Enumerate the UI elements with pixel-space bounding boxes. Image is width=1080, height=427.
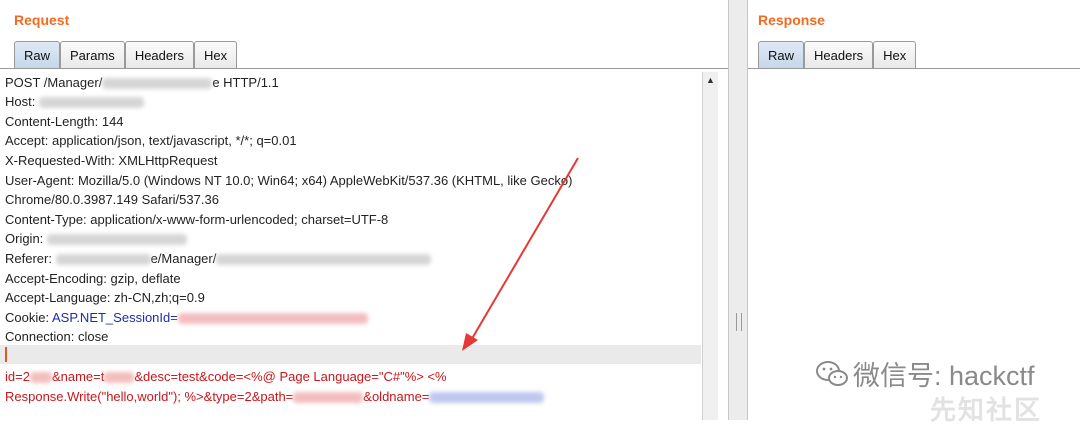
body-line-1: id=2 &name=t &desc=test&code=<%@ Page Lang… [5,367,447,386]
request-line-protocol: e HTTP/1.1 [212,75,279,90]
pane-splitter[interactable] [728,0,748,420]
request-tabs: Raw Params Headers Hex [14,41,238,69]
header-content-type: Content-Type: application/x-www-form-url… [5,212,389,227]
body-param-name: &name=t [51,369,105,384]
body-param-id: id=2 [5,369,30,384]
header-content-length: Content-Length: 144 [5,114,124,129]
current-line-highlight [0,345,701,364]
response-tab-hex[interactable]: Hex [873,41,917,68]
redacted-referer-host [55,254,151,266]
scroll-up-icon[interactable]: ▲ [703,72,718,88]
header-user-agent-cont: Chrome/80.0.3987.149 Safari/537.36 [5,192,219,207]
splitter-grip-icon[interactable] [736,313,742,331]
request-line-method-path: POST /Manager/ [5,75,103,90]
header-referer: Referer: e/Manager/ [5,249,432,268]
text-caret [5,347,7,362]
request-editor[interactable]: POST /Manager/e HTTP/1.1 Host: Content-L… [0,72,701,420]
watermark-text: 微信号: hackctf [853,361,1035,391]
request-line: POST /Manager/e HTTP/1.1 [5,73,279,92]
header-accept: Accept: application/json, text/javascrip… [5,133,297,148]
request-scrollbar[interactable]: ▲ [702,72,718,420]
redacted-session-id [177,313,368,325]
redacted-origin [46,234,187,246]
response-tab-headers[interactable]: Headers [804,41,874,68]
header-referer-path: e/Manager/ [150,251,217,266]
request-title: Request [14,12,70,28]
response-tab-raw[interactable]: Raw [758,41,805,68]
redacted-host [38,97,144,109]
response-title: Response [758,12,825,28]
header-cookie-label: Cookie: [5,310,52,325]
body-code-payload: Response.Write("hello,world"); %>&type=2… [5,389,294,404]
body-param-oldname: &oldname= [363,389,430,404]
header-origin-label: Origin: [5,231,47,246]
wechat-icon [816,360,848,386]
header-accept-encoding: Accept-Encoding: gzip, deflate [5,271,181,286]
redacted-id [29,372,52,384]
header-user-agent: User-Agent: Mozilla/5.0 (Windows NT 10.0… [5,173,573,188]
tab-hex[interactable]: Hex [193,41,238,68]
tab-underline [0,68,728,69]
response-tabs: Raw Headers Hex [758,41,917,69]
redacted-referer-path [216,254,432,266]
header-x-requested-with: X-Requested-With: XMLHttpRequest [5,153,218,168]
redacted-path-value [293,392,364,404]
header-host: Host: [5,92,144,111]
response-tab-underline [748,68,1080,69]
redacted-path [102,78,213,90]
watermark: 微信号: hackctf [815,354,1035,393]
redacted-name [104,372,135,384]
header-connection: Connection: close [5,329,109,344]
request-pane: Request Raw Params Headers Hex POST /Man… [0,0,728,420]
header-referer-label: Referer: [5,251,56,266]
cookie-session-name: ASP.NET_SessionId= [51,310,178,325]
header-host-label: Host: [5,94,39,109]
tab-headers[interactable]: Headers [124,41,194,68]
header-cookie: Cookie: ASP.NET_SessionId= [5,308,368,327]
redacted-oldname [429,392,545,404]
body-line-2: Response.Write("hello,world"); %>&type=2… [5,387,545,406]
watermark-secondary: 先知社区 [930,395,1043,425]
tab-params[interactable]: Params [60,41,125,68]
header-origin: Origin: [5,229,187,248]
body-param-code: &desc=test&code=<%@ Page Language="C#"%>… [134,369,447,384]
tab-raw[interactable]: Raw [14,41,61,68]
header-accept-language: Accept-Language: zh-CN,zh;q=0.9 [5,290,205,305]
